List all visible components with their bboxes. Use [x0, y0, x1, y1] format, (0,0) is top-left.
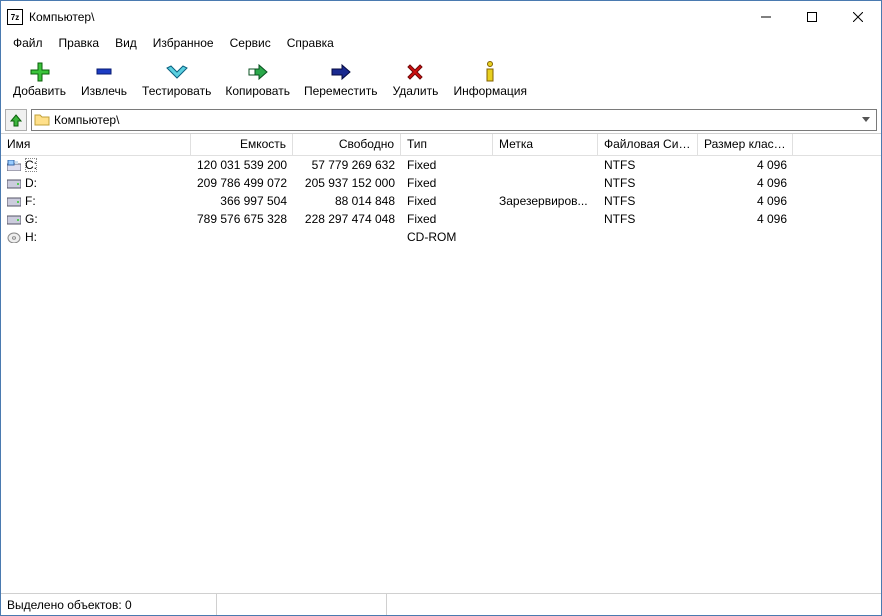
copy-arrow-icon — [246, 62, 270, 82]
move-label: Переместить — [304, 84, 378, 98]
drive-type: Fixed — [401, 212, 493, 226]
drive-cluster: 4 096 — [698, 194, 793, 208]
up-arrow-icon — [8, 112, 24, 128]
plus-icon — [28, 62, 52, 82]
drive-type: Fixed — [401, 176, 493, 190]
drive-label: Зарезервиров... — [493, 194, 598, 208]
status-selected: Выделено объектов: 0 — [7, 594, 217, 615]
extract-button[interactable]: Извлечь — [74, 56, 134, 104]
drive-icon — [7, 214, 21, 225]
status-pane-2 — [227, 594, 387, 615]
drive-name: G: — [25, 212, 38, 226]
extract-label: Извлечь — [81, 84, 127, 98]
path-combobox[interactable]: Компьютер\ — [31, 109, 877, 131]
path-text: Компьютер\ — [54, 113, 119, 127]
add-button[interactable]: Добавить — [7, 56, 72, 104]
drive-free: 228 297 474 048 — [293, 212, 401, 226]
drive-cluster: 4 096 — [698, 158, 793, 172]
test-button[interactable]: Тестировать — [136, 56, 217, 104]
copy-label: Копировать — [225, 84, 290, 98]
menu-favorites[interactable]: Избранное — [145, 34, 222, 52]
test-label: Тестировать — [142, 84, 211, 98]
toolbar: Добавить Извлечь Тестировать Копировать … — [1, 53, 881, 107]
drive-free: 88 014 848 — [293, 194, 401, 208]
menu-file[interactable]: Файл — [5, 34, 51, 52]
drive-row[interactable]: D: 209 786 499 072205 937 152 000Fixed NTF… — [1, 174, 881, 192]
drive-name: D: — [25, 176, 37, 190]
check-icon — [165, 62, 189, 82]
app-icon: 7z — [7, 9, 23, 25]
up-button[interactable] — [5, 109, 27, 131]
close-button[interactable] — [835, 2, 881, 32]
drive-name: H: — [25, 230, 37, 244]
menu-help[interactable]: Справка — [279, 34, 342, 52]
drive-name: C: — [25, 158, 37, 172]
col-capacity[interactable]: Емкость — [191, 134, 293, 155]
rows-container: C:120 031 539 20057 779 269 632FixedNTFS… — [1, 156, 881, 593]
drive-fs: NTFS — [598, 176, 698, 190]
drive-capacity: 209 786 499 072 — [191, 176, 293, 190]
drive-type: Fixed — [401, 158, 493, 172]
drive-row[interactable]: G: 789 576 675 328228 297 474 048Fixed NTF… — [1, 210, 881, 228]
column-headers: Имя Емкость Свободно Тип Метка Файловая … — [1, 134, 881, 156]
drive-type: CD-ROM — [401, 230, 493, 244]
delete-x-icon — [403, 62, 427, 82]
info-icon — [478, 62, 502, 82]
drive-icon — [7, 232, 21, 243]
file-list: Имя Емкость Свободно Тип Метка Файловая … — [1, 133, 881, 593]
pathbar: Компьютер\ — [1, 107, 881, 133]
drive-icon — [7, 160, 21, 171]
delete-label: Удалить — [393, 84, 439, 98]
copy-button[interactable]: Копировать — [219, 56, 296, 104]
menu-view[interactable]: Вид — [107, 34, 145, 52]
drive-free: 57 779 269 632 — [293, 158, 401, 172]
info-button[interactable]: Информация — [447, 56, 532, 104]
menu-edit[interactable]: Правка — [51, 34, 108, 52]
minus-icon — [92, 62, 116, 82]
move-button[interactable]: Переместить — [298, 56, 384, 104]
col-free[interactable]: Свободно — [293, 134, 401, 155]
statusbar: Выделено объектов: 0 — [1, 593, 881, 615]
menu-tools[interactable]: Сервис — [222, 34, 279, 52]
drive-free: 205 937 152 000 — [293, 176, 401, 190]
minimize-button[interactable] — [743, 2, 789, 32]
status-pane-3 — [397, 594, 407, 615]
drive-capacity: 366 997 504 — [191, 194, 293, 208]
drive-capacity: 789 576 675 328 — [191, 212, 293, 226]
add-label: Добавить — [13, 84, 66, 98]
col-label[interactable]: Метка — [493, 134, 598, 155]
col-cluster[interactable]: Размер класте... — [698, 134, 793, 155]
drive-row[interactable]: F: 366 997 50488 014 848FixedЗарезервиров… — [1, 192, 881, 210]
window-title: Компьютер\ — [29, 10, 94, 24]
col-type[interactable]: Тип — [401, 134, 493, 155]
delete-button[interactable]: Удалить — [385, 56, 445, 104]
drive-capacity: 120 031 539 200 — [191, 158, 293, 172]
info-label: Информация — [453, 84, 526, 98]
drive-icon — [7, 178, 21, 189]
drive-fs: NTFS — [598, 158, 698, 172]
drive-cluster: 4 096 — [698, 176, 793, 190]
col-filesystem[interactable]: Файловая Сис... — [598, 134, 698, 155]
drive-name: F: — [25, 194, 36, 208]
titlebar: 7z Компьютер\ — [1, 1, 881, 33]
window-controls — [743, 2, 881, 32]
maximize-button[interactable] — [789, 2, 835, 32]
drive-cluster: 4 096 — [698, 212, 793, 226]
col-name[interactable]: Имя — [1, 134, 191, 155]
move-arrow-icon — [329, 62, 353, 82]
chevron-down-icon[interactable] — [858, 112, 874, 128]
folder-icon — [34, 112, 50, 128]
drive-fs: NTFS — [598, 194, 698, 208]
drive-row[interactable]: C: 120 031 539 20057 779 269 632Fixed NTFS… — [1, 156, 881, 174]
drive-fs: NTFS — [598, 212, 698, 226]
drive-row[interactable]: H: CD-ROM — [1, 228, 881, 246]
menubar: Файл Правка Вид Избранное Сервис Справка — [1, 33, 881, 53]
drive-type: Fixed — [401, 194, 493, 208]
drive-icon — [7, 196, 21, 207]
